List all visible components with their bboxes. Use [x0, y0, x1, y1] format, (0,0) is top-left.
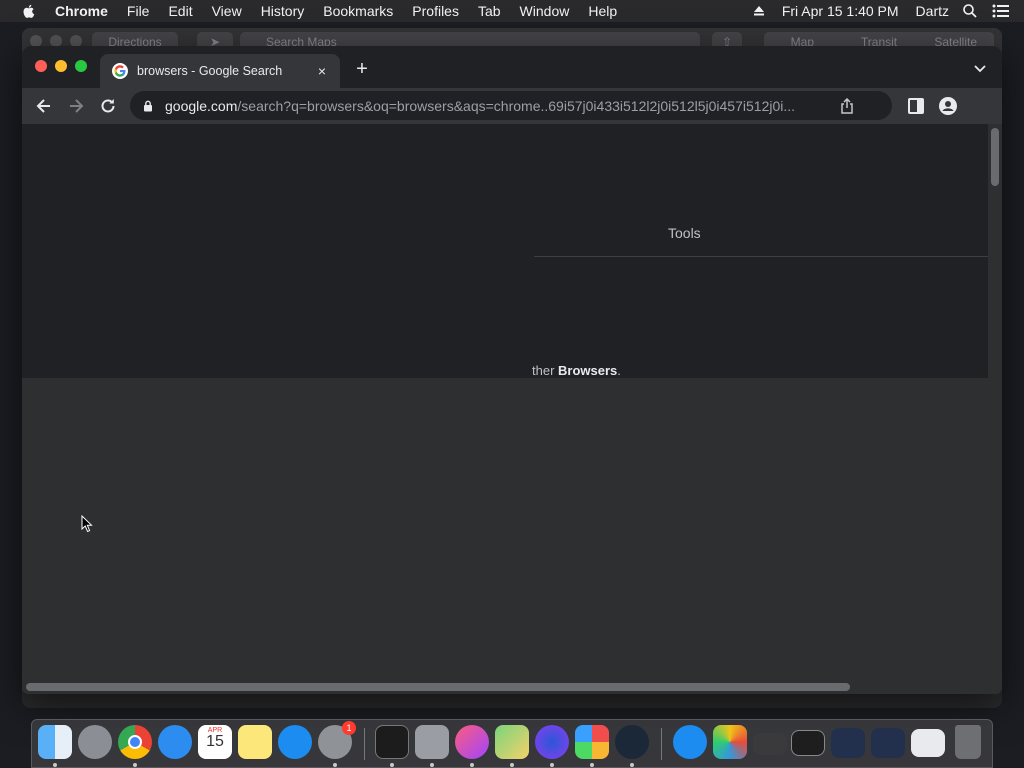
menu-clock[interactable]: Fri Apr 15 1:40 PM	[782, 3, 899, 19]
page-viewport: Tools ther Browsers.	[22, 124, 988, 694]
snippet-bold: Browsers	[558, 363, 618, 378]
pinwheel-running-dot	[590, 763, 594, 767]
result-snippet: ther Browsers.	[532, 363, 621, 378]
tab-title: browsers - Google Search	[137, 64, 283, 78]
snippet-suffix: .	[617, 363, 621, 378]
settings-badge: 1	[342, 721, 356, 735]
lock-icon[interactable]	[142, 100, 154, 112]
horizontal-scroll-thumb[interactable]	[26, 683, 850, 691]
itunes-icon[interactable]	[455, 725, 489, 759]
address-bar[interactable]: google.com/search?q=browsers&oq=browsers…	[130, 91, 892, 120]
menu-window[interactable]: Window	[520, 3, 570, 19]
browser-toolbar: google.com/search?q=browsers&oq=browsers…	[22, 88, 1002, 124]
url-path: /search?q=browsers&oq=browsers&aqs=chrom…	[237, 97, 796, 114]
chrome-running-dot	[133, 763, 137, 767]
maps-running-dot	[510, 763, 514, 767]
calendar-icon[interactable]: APR 15	[198, 725, 232, 759]
spotlight-icon[interactable]	[962, 3, 978, 19]
itunes-running-dot	[470, 763, 474, 767]
menu-file[interactable]: File	[127, 3, 150, 19]
url-text[interactable]: google.com/search?q=browsers&oq=browsers…	[165, 98, 825, 114]
steam-running-dot	[630, 763, 634, 767]
firefox-icon[interactable]	[535, 725, 569, 759]
migration-assistant-icon[interactable]	[415, 725, 449, 759]
app-store-downloads-icon[interactable]	[673, 725, 707, 759]
dock-separator-2	[661, 728, 662, 760]
close-window-button[interactable]	[35, 60, 47, 72]
dock-separator	[364, 728, 365, 760]
app-store-icon[interactable]	[278, 725, 312, 759]
chrome-icon[interactable]	[118, 725, 152, 759]
eject-icon[interactable]	[753, 5, 765, 17]
maps-icon[interactable]	[495, 725, 529, 759]
share-icon[interactable]	[840, 98, 854, 114]
notification-center-icon[interactable]	[992, 4, 1010, 18]
menu-edit[interactable]: Edit	[168, 3, 192, 19]
notes-icon[interactable]	[238, 725, 272, 759]
minimize-window-button[interactable]	[55, 60, 67, 72]
system-preferences-icon[interactable]: 1	[318, 721, 356, 759]
tools-button[interactable]: Tools	[668, 225, 701, 241]
vertical-scrollbar[interactable]	[988, 124, 1002, 680]
safari-icon[interactable]	[158, 725, 192, 759]
menu-view[interactable]: View	[212, 3, 242, 19]
tab-search-chevron-icon[interactable]	[972, 60, 988, 76]
menu-profiles[interactable]: Profiles	[412, 3, 459, 19]
new-tab-button[interactable]: +	[352, 59, 372, 79]
minimized-window-4-icon[interactable]	[871, 728, 905, 758]
trash-icon[interactable]	[955, 725, 981, 759]
url-host: google.com	[165, 97, 238, 114]
reload-icon[interactable]	[98, 96, 118, 116]
launchpad-icon[interactable]	[78, 725, 112, 759]
horizontal-scrollbar[interactable]	[22, 680, 1002, 694]
minimized-window-5-icon[interactable]	[911, 729, 945, 757]
menu-help[interactable]: Help	[588, 3, 617, 19]
dock: APR 15 1	[31, 719, 993, 768]
chrome-window: browsers - Google Search × + google.com/…	[22, 46, 1002, 694]
vertical-scroll-thumb[interactable]	[991, 128, 999, 186]
calendar-day: 15	[206, 733, 224, 750]
snippet-prefix: ther	[532, 363, 559, 378]
search-results-area: Tools ther Browsers.	[22, 124, 988, 378]
menu-app-name[interactable]: Chrome	[55, 3, 108, 19]
tab-strip: browsers - Google Search × +	[22, 46, 1002, 88]
terminal-icon[interactable]	[375, 725, 409, 759]
migration-running-dot	[430, 763, 434, 767]
menu-bookmarks[interactable]: Bookmarks	[323, 3, 393, 19]
zoom-window-button[interactable]	[75, 60, 87, 72]
menu-history[interactable]: History	[261, 3, 305, 19]
finder-running-dot	[53, 763, 57, 767]
close-tab-icon[interactable]: ×	[314, 63, 330, 79]
menu-tab[interactable]: Tab	[478, 3, 501, 19]
photos-icon[interactable]	[713, 725, 747, 759]
back-arrow-icon[interactable]	[34, 96, 54, 116]
profile-avatar-icon[interactable]	[938, 96, 958, 116]
menu-user[interactable]: Dartz	[916, 3, 949, 19]
minimized-window-3-icon[interactable]	[831, 728, 865, 758]
firefox-running-dot	[550, 763, 554, 767]
menu-bar: Chrome File Edit View History Bookmarks …	[0, 0, 1024, 22]
tools-divider	[534, 256, 988, 257]
apple-icon[interactable]	[21, 3, 37, 19]
tab-google-search[interactable]: browsers - Google Search ×	[100, 54, 340, 88]
forward-arrow-icon[interactable]	[66, 96, 86, 116]
menu-extras: Fri Apr 15 1:40 PM Dartz	[753, 0, 1024, 22]
mouse-cursor-icon	[81, 515, 93, 533]
minimized-window-2-icon[interactable]	[791, 730, 825, 756]
side-panel-icon[interactable]	[906, 96, 926, 116]
system-preferences-running-dot	[333, 763, 337, 767]
minimized-window-1-icon[interactable]	[753, 733, 787, 755]
terminal-running-dot	[390, 763, 394, 767]
chrome-center	[128, 735, 142, 749]
steam-icon[interactable]	[615, 725, 649, 759]
finder-icon[interactable]	[38, 725, 72, 759]
google-favicon-icon	[112, 63, 128, 79]
pinwheel-icon[interactable]	[575, 725, 609, 759]
